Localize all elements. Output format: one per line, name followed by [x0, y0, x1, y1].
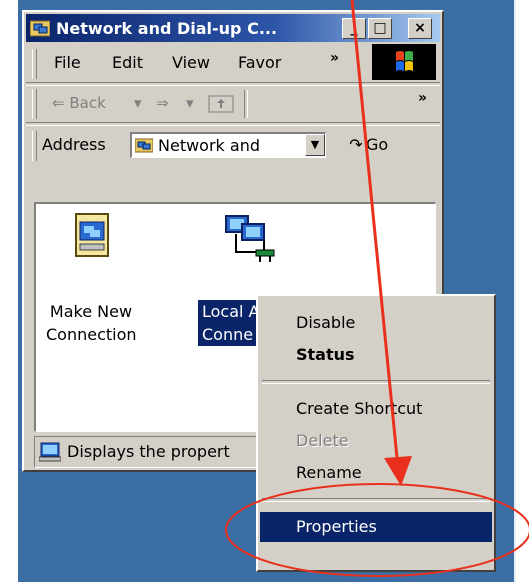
annotation-arrowhead: [384, 456, 412, 486]
annotation-ellipse: [225, 483, 529, 577]
annotation-overlay: [225, 0, 529, 577]
annotation-arrow-line: [350, 0, 400, 469]
